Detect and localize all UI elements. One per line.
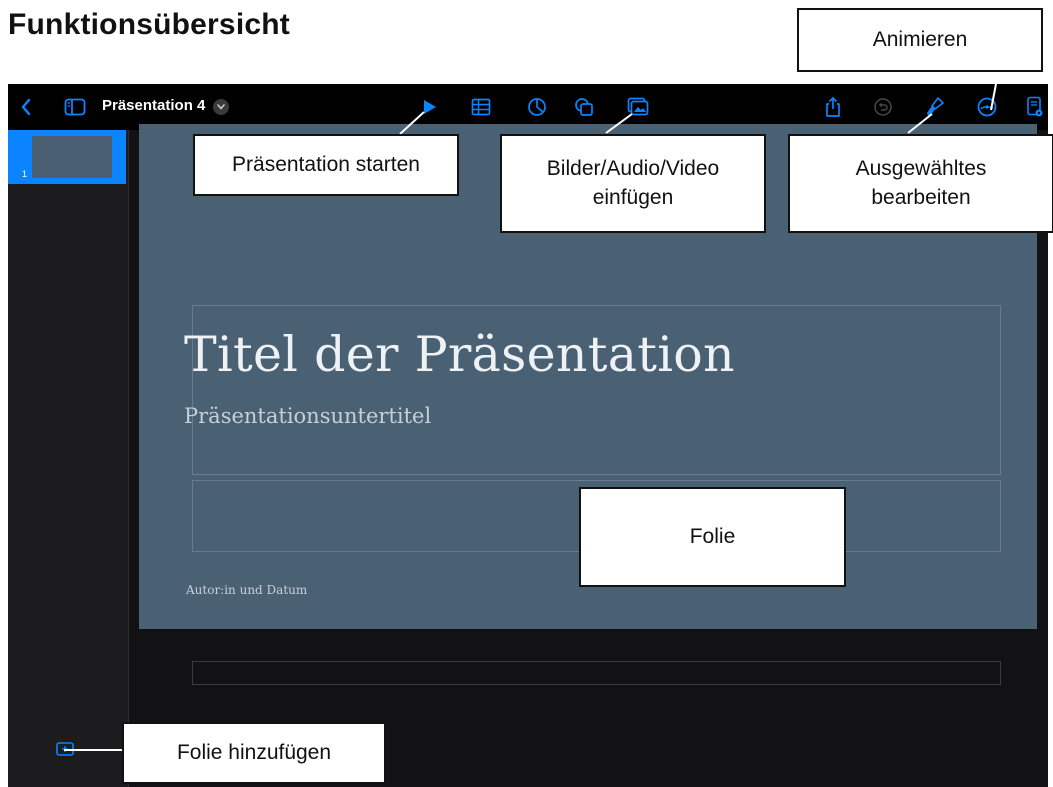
callout-animate: Animieren (797, 8, 1043, 72)
callout-format-text: Ausgewähltes bearbeiten (855, 157, 987, 209)
sidebar-toggle-icon[interactable] (62, 84, 88, 130)
slide-subtitle[interactable]: Präsentationsuntertitel (184, 404, 431, 428)
slide-author[interactable]: Autor:in und Datum (186, 583, 307, 597)
callout-play-text: Präsentation starten (232, 152, 420, 176)
back-chevron-icon[interactable] (14, 84, 38, 130)
slide-thumbnail-selected[interactable]: 1 (8, 130, 126, 184)
slide-title[interactable]: Titel der Präsentation (184, 326, 735, 383)
slide-thumbnail[interactable] (32, 136, 112, 178)
callout-slide: Folie (579, 487, 846, 587)
slide-navigator: 1 (8, 130, 129, 787)
document-title[interactable]: Präsentation 4 (102, 97, 205, 114)
callout-media: Bilder/Audio/Video einfügen (500, 134, 766, 233)
callout-add-slide-text: Folie hinzufügen (176, 740, 332, 764)
page-heading: Funktionsübersicht (8, 8, 290, 41)
chevron-down-icon[interactable] (213, 99, 229, 115)
callout-add-slide: Folie hinzufügen (122, 722, 386, 784)
callout-animate-text: Animieren (872, 27, 968, 51)
callout-slide-text: Folie (689, 524, 736, 548)
callout-play: Präsentation starten (193, 134, 459, 196)
slide-number: 1 (22, 169, 28, 179)
add-slide-icon[interactable] (56, 742, 74, 756)
callout-format: Ausgewähltes bearbeiten (788, 134, 1053, 233)
author-placeholder[interactable] (192, 661, 1001, 685)
callout-media-text: Bilder/Audio/Video einfügen (546, 157, 720, 209)
